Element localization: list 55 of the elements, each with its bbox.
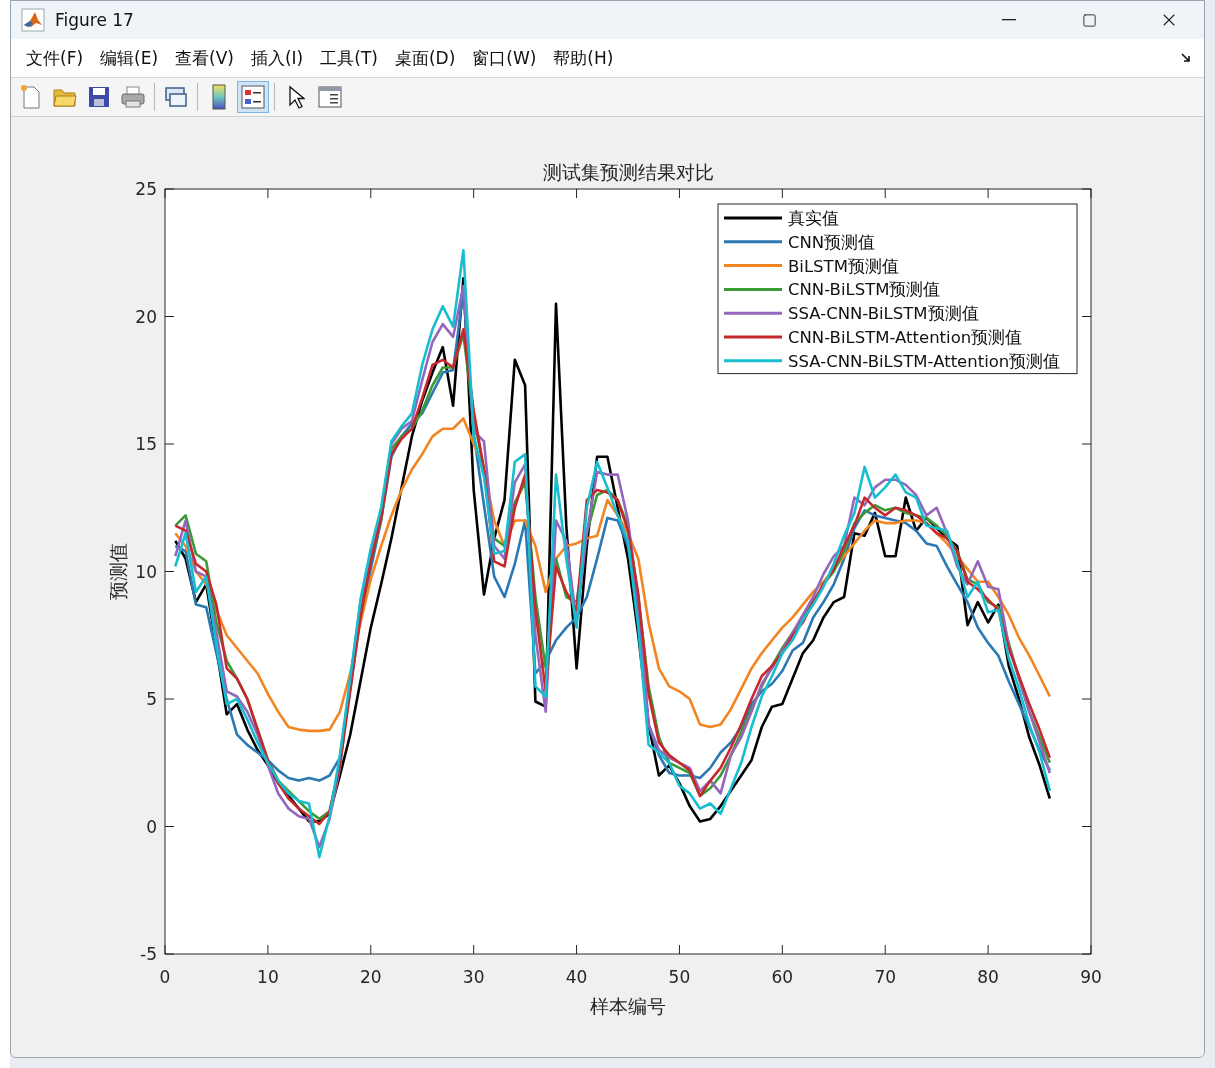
printer-icon bbox=[120, 85, 146, 109]
legend-line bbox=[724, 216, 782, 220]
peak-logo-icon bbox=[21, 8, 45, 32]
menu-item[interactable]: 编辑(E) bbox=[93, 44, 166, 72]
x-tick-label: 50 bbox=[668, 967, 691, 987]
x-axis-label: 样本编号 bbox=[590, 995, 666, 1017]
x-tick-label: 0 bbox=[159, 967, 171, 987]
legend-label: CNN-BiLSTM-Attention预测值 bbox=[788, 328, 1023, 347]
legend-line bbox=[724, 287, 782, 291]
x-tick-label: 20 bbox=[359, 967, 382, 987]
menu-item[interactable]: 文件(F) bbox=[19, 44, 91, 72]
legend-label: BiLSTM预测值 bbox=[788, 256, 899, 276]
y-tick-label: 20 bbox=[135, 306, 157, 327]
x-tick-label: 30 bbox=[462, 967, 485, 987]
y-axis-label: 预测值 bbox=[107, 543, 129, 600]
menu-item[interactable]: 桌面(D) bbox=[387, 44, 463, 72]
y-tick-label: 25 bbox=[135, 179, 157, 199]
y-tick-label: 0 bbox=[146, 816, 157, 837]
linked-windows-icon bbox=[163, 85, 189, 109]
pointer-icon bbox=[287, 85, 305, 109]
x-tick-label: 10 bbox=[257, 967, 279, 987]
legend-label: 真实值 bbox=[788, 209, 839, 228]
property-inspector-icon bbox=[317, 85, 343, 109]
menu-item[interactable]: 插入(I) bbox=[243, 44, 311, 72]
legend-label: CNN-BiLSTM预测值 bbox=[788, 280, 941, 300]
y-tick-label: -5 bbox=[140, 944, 157, 964]
window-title: Figure 17 bbox=[55, 10, 135, 30]
menu-item[interactable]: 窗口(W) bbox=[465, 44, 544, 72]
x-tick-label: 60 bbox=[771, 967, 794, 987]
y-tick-label: 10 bbox=[135, 561, 157, 582]
colorbar-icon bbox=[212, 84, 226, 110]
legend-icon bbox=[241, 85, 265, 109]
legend-line bbox=[724, 311, 782, 315]
legend-label: CNN预测值 bbox=[788, 232, 876, 252]
x-tick-label: 80 bbox=[977, 967, 999, 987]
new-file-icon bbox=[19, 84, 43, 110]
legend-label: SSA-CNN-BiLSTM-Attention预测值 bbox=[788, 351, 1061, 371]
chart-title: 测试集预测结果对比 bbox=[542, 161, 714, 183]
y-tick-label: 5 bbox=[146, 689, 157, 709]
menu-item[interactable]: 工具(T) bbox=[313, 44, 385, 72]
legend-button[interactable] bbox=[237, 81, 269, 113]
menu-item[interactable]: 查看(V) bbox=[168, 44, 241, 72]
menu-item[interactable]: 帮助(H) bbox=[546, 44, 621, 72]
x-tick-label: 90 bbox=[1080, 967, 1102, 987]
legend-line bbox=[724, 240, 782, 244]
x-tick-label: 70 bbox=[874, 967, 897, 987]
x-tick-label: 40 bbox=[565, 967, 588, 987]
legend-line bbox=[724, 359, 782, 363]
dock-arrow-icon[interactable] bbox=[1180, 52, 1192, 64]
minimize-icon bbox=[1002, 19, 1016, 21]
legend-line bbox=[724, 335, 782, 339]
legend-label: SSA-CNN-BiLSTM预测值 bbox=[788, 304, 979, 324]
maximize-icon bbox=[1081, 12, 1097, 28]
legend-line bbox=[724, 264, 782, 268]
y-tick-label: 15 bbox=[135, 434, 157, 454]
